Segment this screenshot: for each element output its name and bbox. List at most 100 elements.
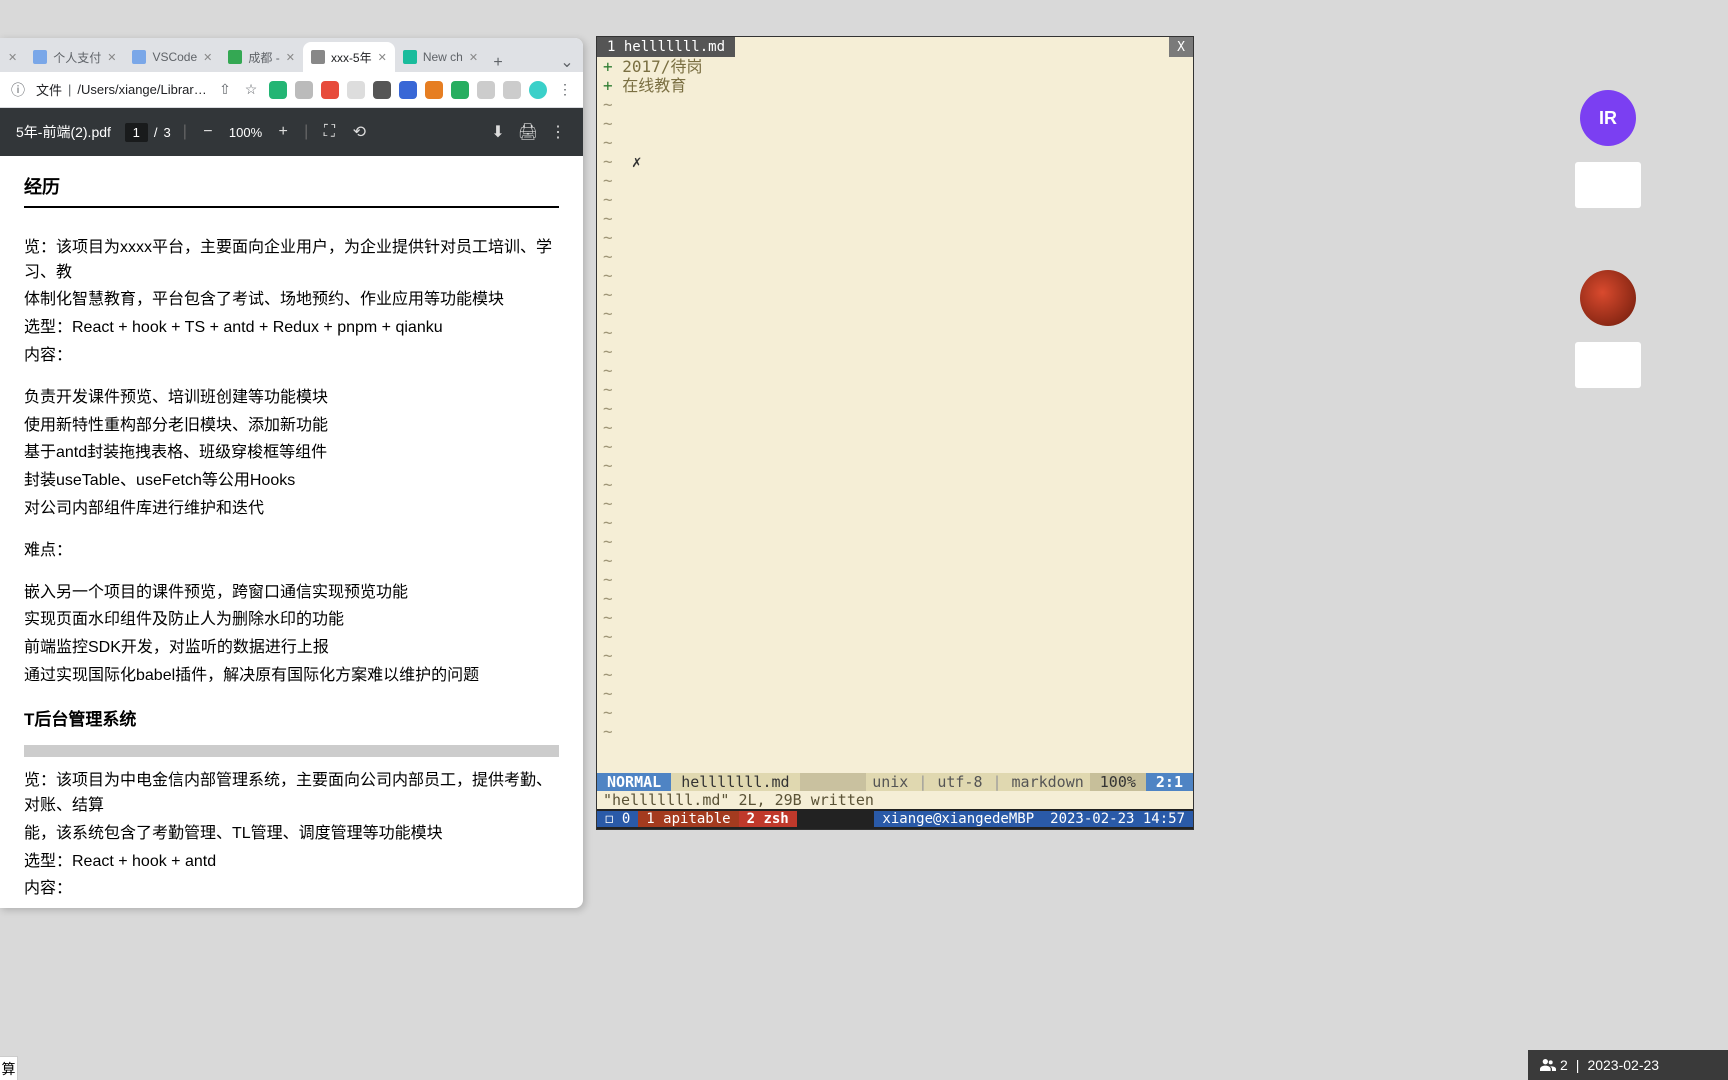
url-field[interactable]: 文件 | /Users/xiange/Librar… — [36, 80, 207, 99]
extension-icon[interactable] — [269, 81, 287, 99]
pdf-filename: 5年-前端(2).pdf — [16, 122, 113, 142]
vim-tilde: ~ — [603, 532, 1187, 551]
text-line: 负责开发课件预览、培训班创建等功能模块 — [24, 386, 559, 411]
tmux-window-1[interactable]: 1 apitable — [638, 811, 738, 827]
fit-icon[interactable]: ⛶ — [320, 123, 338, 141]
vim-tilde: ~ — [603, 570, 1187, 589]
page-gap — [24, 745, 559, 757]
close-icon[interactable]: ✕ — [107, 51, 116, 64]
vim-tilde: ~ — [603, 513, 1187, 532]
browser-window: ✕ 个人支付✕ VSCode✕ 成都 -✕ xxx-5年✕ New ch✕ + … — [0, 38, 583, 908]
vim-tilde: ~ ✗ — [603, 152, 1187, 171]
vim-tilde: ~ — [603, 133, 1187, 152]
close-icon[interactable]: ✕ — [378, 51, 387, 64]
tab-strip: ✕ 个人支付✕ VSCode✕ 成都 -✕ xxx-5年✕ New ch✕ + … — [0, 38, 583, 72]
extension-icon[interactable] — [425, 81, 443, 99]
participant-avatar[interactable]: IR — [1580, 90, 1636, 146]
vim-message: "helllllll.md" 2L, 29B written — [603, 791, 874, 809]
vim-tilde: ~ — [603, 456, 1187, 475]
extension-icon[interactable] — [477, 81, 495, 99]
tmux-datetime: 2023-02-23 14:57 — [1042, 811, 1193, 827]
terminal-content[interactable]: + 2017/待岗 + 在线教育 ~ ~ ~ ~ ✗ ~ ~ ~ ~ ~ ~ ~… — [597, 57, 1193, 755]
vim-tilde: ~ — [603, 437, 1187, 456]
puzzle-icon[interactable] — [503, 81, 521, 99]
close-icon[interactable]: ✕ — [469, 51, 478, 64]
kebab-menu-icon[interactable]: ⋮ — [557, 82, 573, 98]
vim-tilde: ~ — [603, 266, 1187, 285]
vim-tilde: ~ — [603, 304, 1187, 323]
participant-avatar[interactable] — [1580, 270, 1636, 326]
more-icon[interactable]: ⋮ — [549, 123, 567, 141]
profile-icon[interactable] — [529, 81, 547, 99]
tab-2[interactable]: VSCode✕ — [124, 42, 220, 72]
tab-4-active[interactable]: xxx-5年 ✕ — [303, 42, 395, 72]
vim-tilde: ~ — [603, 722, 1187, 741]
close-icon[interactable]: ✕ — [286, 51, 295, 64]
extension-icon[interactable] — [373, 81, 391, 99]
vim-statusline: NORMAL helllllll.md unix | utf-8 | markd… — [597, 773, 1193, 791]
extension-icon[interactable] — [399, 81, 417, 99]
terminal-window: 1 helllllll.md X + 2017/待岗 + 在线教育 ~ ~ ~ … — [596, 36, 1194, 830]
text-line: 封装useTable、useFetch等公用Hooks — [24, 469, 559, 494]
extension-icon[interactable] — [451, 81, 469, 99]
vim-tilde: ~ — [603, 399, 1187, 418]
meeting-statusbar: 2 | 2023-02-23 — [1528, 1050, 1728, 1080]
vim-tilde: ~ — [603, 361, 1187, 380]
text-line: 内容： — [24, 877, 559, 902]
bookmark-icon[interactable]: ☆ — [243, 82, 259, 98]
page-total: 3 — [164, 125, 171, 140]
tab-3[interactable]: 成都 -✕ — [220, 42, 303, 72]
extension-icon[interactable] — [347, 81, 365, 99]
terminal-tab[interactable]: 1 helllllll.md — [597, 37, 735, 57]
tab-1[interactable]: 个人支付✕ — [25, 42, 124, 72]
vim-percent: 100% — [1090, 773, 1146, 791]
vim-encoding: unix — [866, 773, 914, 791]
text-line: 难点： — [24, 539, 559, 564]
vim-tilde: ~ — [603, 494, 1187, 513]
download-icon[interactable]: ⬇ — [489, 123, 507, 141]
tab-label: xxx-5年 — [331, 49, 372, 66]
url-prefix: 文件 — [36, 80, 62, 99]
status-date: 2023-02-23 — [1587, 1057, 1659, 1073]
extension-icon[interactable] — [295, 81, 313, 99]
zoom-out-button[interactable]: − — [199, 123, 217, 141]
vim-tilde: ~ — [603, 323, 1187, 342]
subsection-heading: T后台管理系统 — [24, 707, 559, 733]
vim-tilde: ~ — [603, 171, 1187, 190]
share-icon[interactable]: ⇧ — [217, 82, 233, 98]
address-bar: ⓘ 文件 | /Users/xiange/Librar… ⇧ ☆ ⋮ — [0, 72, 583, 108]
vim-tilde: ~ — [603, 665, 1187, 684]
new-tab-button[interactable]: + — [486, 54, 510, 72]
close-icon[interactable]: ✕ — [8, 51, 17, 64]
rotate-icon[interactable]: ⟲ — [350, 123, 368, 141]
page-sep: / — [154, 125, 158, 140]
people-icon — [1540, 1059, 1556, 1071]
vim-tilde: ~ — [603, 551, 1187, 570]
close-icon[interactable]: ✕ — [203, 51, 212, 64]
pdf-content[interactable]: 经历 览：该项目为xxxx平台，主要面向企业用户，为企业提供针对员工培训、学习、… — [0, 156, 583, 908]
text-line: 嵌入另一个项目的课件预览，跨窗口通信实现预览功能 — [24, 581, 559, 606]
participant-thumbnail[interactable] — [1575, 342, 1641, 388]
text-line: 使用新特性重构部分老旧模块、添加新功能 — [24, 414, 559, 439]
vim-tilde: ~ — [603, 228, 1187, 247]
tab-overflow-icon[interactable]: ⌄ — [555, 52, 579, 72]
tab-0[interactable]: ✕ — [0, 42, 25, 72]
participant-count[interactable]: 2 — [1540, 1057, 1568, 1073]
tab-label: New ch — [423, 50, 463, 64]
vim-tilde: ~ — [603, 380, 1187, 399]
diff-add-icon: + — [603, 57, 613, 76]
page-current-input[interactable]: 1 — [125, 123, 148, 142]
print-icon[interactable]: 🖨 — [519, 123, 537, 141]
vim-tilde: ~ — [603, 684, 1187, 703]
terminal-close-button[interactable]: X — [1169, 37, 1193, 57]
vim-tilde: ~ — [603, 342, 1187, 361]
tab-5[interactable]: New ch ✕ — [395, 42, 486, 72]
extension-icon[interactable] — [321, 81, 339, 99]
site-info-icon[interactable]: ⓘ — [10, 82, 26, 98]
text-line: 体制化智慧教育，平台包含了考试、场地预约、作业应用等功能模块 — [24, 288, 559, 313]
tmux-session[interactable]: ◻ 0 — [597, 811, 638, 827]
zoom-in-button[interactable]: + — [274, 123, 292, 141]
tmux-window-2-active[interactable]: 2 zsh — [739, 811, 797, 827]
vim-tilde: ~ — [603, 190, 1187, 209]
participant-thumbnail[interactable] — [1575, 162, 1641, 208]
